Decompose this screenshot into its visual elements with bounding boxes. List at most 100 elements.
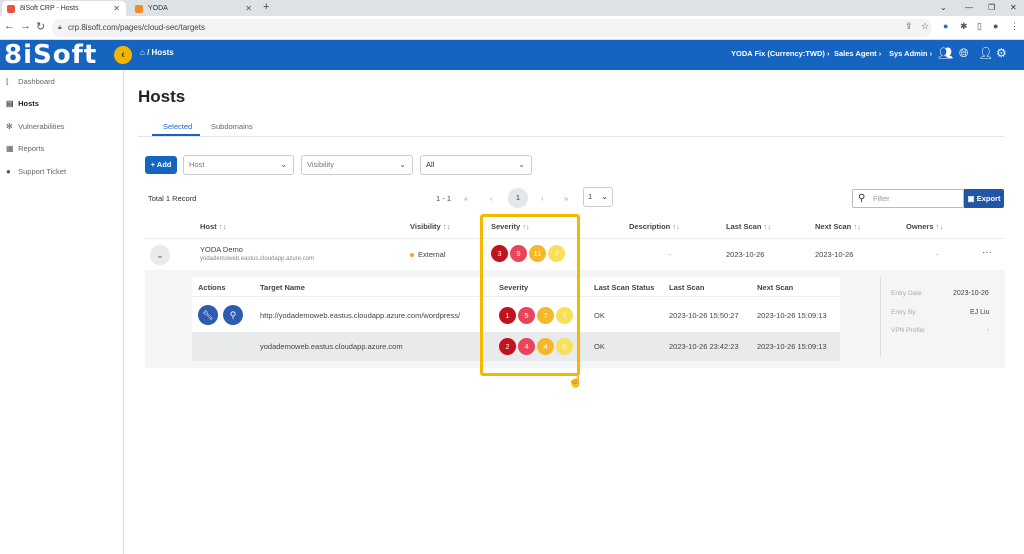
home-icon[interactable]: ⌂ <box>140 48 145 57</box>
profile-icon[interactable]: ● <box>993 21 998 31</box>
host-select[interactable]: Host ⌄ <box>183 155 294 175</box>
filter-input[interactable]: ⚲ Filter <box>852 189 964 208</box>
user-icon[interactable]: 👤︎ <box>978 46 993 60</box>
tab-subdomains[interactable]: Subdomains <box>211 122 253 131</box>
next-scan-value: 2023-10-26 <box>815 250 854 259</box>
detail-header-target: Target Name <box>260 283 305 292</box>
meta-value: 2023-10-26 <box>953 290 989 297</box>
users-icon[interactable]: 👥︎ <box>938 46 953 60</box>
export-icon: ▣ <box>967 194 975 203</box>
hand-cursor-icon: ☝ <box>568 374 583 388</box>
meta-label: VPN Profile <box>891 327 925 334</box>
visibility-select[interactable]: Visibility ⌄ <box>301 155 413 175</box>
column-header-description[interactable]: Description ↑↓ <box>629 222 680 231</box>
target-name[interactable]: http://yodademoweb.eastus.cloudapp.azure… <box>260 311 460 320</box>
sidebar-item-dashboard[interactable]: ⌊ Dashboard <box>6 75 55 89</box>
column-header-visibility[interactable]: Visibility ↑↓ <box>410 222 450 231</box>
page-size-select[interactable]: 1 ⌄ <box>583 187 613 207</box>
column-header-host[interactable]: Host ↑↓ <box>200 222 226 231</box>
gear-icon[interactable]: ⚙ <box>996 46 1007 60</box>
search-icon: ⚲ <box>858 193 866 204</box>
status-dot-icon <box>410 253 414 258</box>
maximize-icon[interactable]: ❐ <box>988 0 995 15</box>
user-selector[interactable]: Sys Admin › <box>889 49 932 58</box>
column-header-last-scan[interactable]: Last Scan ↑↓ <box>726 222 771 231</box>
minimize-icon[interactable]: — <box>965 0 973 15</box>
meta-value: EJ Liu <box>970 309 990 316</box>
browser-tab-label: YODA <box>148 5 168 12</box>
star-icon[interactable]: ☆ <box>921 21 929 32</box>
report-icon: ▦ <box>6 144 14 153</box>
close-tab-icon[interactable]: ✕ <box>245 1 252 16</box>
pager-range: 1 - 1 <box>436 194 452 203</box>
sidebar-item-vulnerabilities[interactable]: ✻ Vulnerabilities <box>6 120 65 134</box>
app-logo: 8iSoft <box>4 40 98 70</box>
next-scan-value: 2023-10-26 15:09:13 <box>757 342 827 351</box>
sort-icon: ↑↓ <box>672 222 680 231</box>
scan-status: OK <box>594 311 605 320</box>
chevron-down-icon: ⌄ <box>518 160 525 169</box>
next-scan-value: 2023-10-26 15:09:13 <box>757 311 827 320</box>
column-header-next-scan[interactable]: Next Scan ↑↓ <box>815 222 861 231</box>
org-selector[interactable]: YODA Fix (Currency:TWD) › <box>731 49 830 58</box>
role-selector[interactable]: Sales Agent › <box>834 49 881 58</box>
lock-icon: 🔒︎ <box>58 24 62 31</box>
chevron-down-icon: ⌄ <box>601 192 608 201</box>
last-page-icon[interactable]: » <box>564 194 568 203</box>
app-favicon-icon <box>7 5 15 13</box>
globe-icon[interactable]: 🌐︎ <box>959 46 969 61</box>
browser-tab-yoda[interactable]: YODA ✕ <box>130 1 258 16</box>
browser-tab-active[interactable]: 8iSoft CRP - Hosts ✕ <box>2 1 126 16</box>
meta-value: - <box>987 327 990 334</box>
entry-meta-panel <box>880 277 1005 357</box>
all-select[interactable]: All ⌄ <box>420 155 532 175</box>
prev-page-icon[interactable]: ‹ <box>490 194 493 203</box>
menu-dots-icon[interactable]: ⋮ <box>1010 21 1019 32</box>
sidepanel-icon[interactable]: ▯ <box>977 21 982 32</box>
sidebar-item-hosts[interactable]: ▤ Hosts <box>6 97 39 111</box>
wrench-button[interactable]: 🔧︎ <box>198 305 218 325</box>
sort-icon: ↑↓ <box>442 222 451 231</box>
sidebar-toggle-button[interactable]: ‹ <box>114 46 132 64</box>
chevron-down-icon: ⌄ <box>399 160 406 169</box>
description-value: - <box>669 250 672 259</box>
sidebar-item-reports[interactable]: ▦ Reports <box>6 142 44 156</box>
close-window-icon[interactable]: ✕ <box>1010 0 1017 15</box>
back-icon[interactable]: ← <box>4 20 15 32</box>
severity-highlight-box <box>480 214 580 376</box>
page-title: Hosts <box>138 87 186 106</box>
add-button[interactable]: + Add <box>145 156 177 174</box>
current-page-button[interactable]: 1 <box>508 188 528 208</box>
first-page-icon[interactable]: « <box>464 194 468 203</box>
address-bar: ← → ↻ 🔒︎ crp.8isoft.com/pages/cloud-sec/… <box>0 16 1024 40</box>
extension-icon[interactable]: ● <box>943 21 948 31</box>
close-tab-icon[interactable]: ✕ <box>113 1 120 16</box>
collapse-row-button[interactable]: ⌄ <box>150 245 170 265</box>
sort-icon: ↑↓ <box>853 222 861 231</box>
detail-header-next-scan: Next Scan <box>757 283 794 292</box>
host-name: YODA Demo <box>200 245 243 254</box>
total-records: Total 1 Record <box>148 194 197 203</box>
share-icon[interactable]: ⇪ <box>905 21 913 32</box>
target-name[interactable]: yodademoweb.eastus.cloudapp.azure.com <box>260 342 403 351</box>
export-button[interactable]: ▣ Export <box>964 189 1004 208</box>
sort-icon: ↑↓ <box>763 222 772 231</box>
new-tab-icon[interactable]: + <box>263 0 269 15</box>
tab-search-icon[interactable]: ⌄ <box>940 0 947 15</box>
url-input[interactable]: 🔒︎ crp.8isoft.com/pages/cloud-sec/target… <box>52 19 932 37</box>
detail-header-last-scan: Last Scan <box>669 283 705 292</box>
sidebar-item-support-ticket[interactable]: ● Support Ticket <box>6 165 66 179</box>
next-page-icon[interactable]: › <box>541 194 544 203</box>
owners-value: - <box>936 250 939 259</box>
forward-icon[interactable]: → <box>20 20 31 32</box>
scan-button[interactable]: ⚲ <box>223 305 243 325</box>
server-icon: ▤ <box>6 99 14 108</box>
tab-selected[interactable]: Selected <box>163 122 192 131</box>
last-scan-value: 2023-10-26 23:42:23 <box>669 342 739 351</box>
reload-icon[interactable]: ↻ <box>36 20 45 33</box>
puzzle-icon[interactable]: ✱ <box>960 21 968 32</box>
column-header-owners[interactable]: Owners ↑↓ <box>906 222 943 231</box>
more-options-icon[interactable]: ··· <box>982 247 992 258</box>
breadcrumb-current: / Hosts <box>147 48 174 57</box>
browser-tab-label: 8iSoft CRP - Hosts <box>20 5 79 12</box>
